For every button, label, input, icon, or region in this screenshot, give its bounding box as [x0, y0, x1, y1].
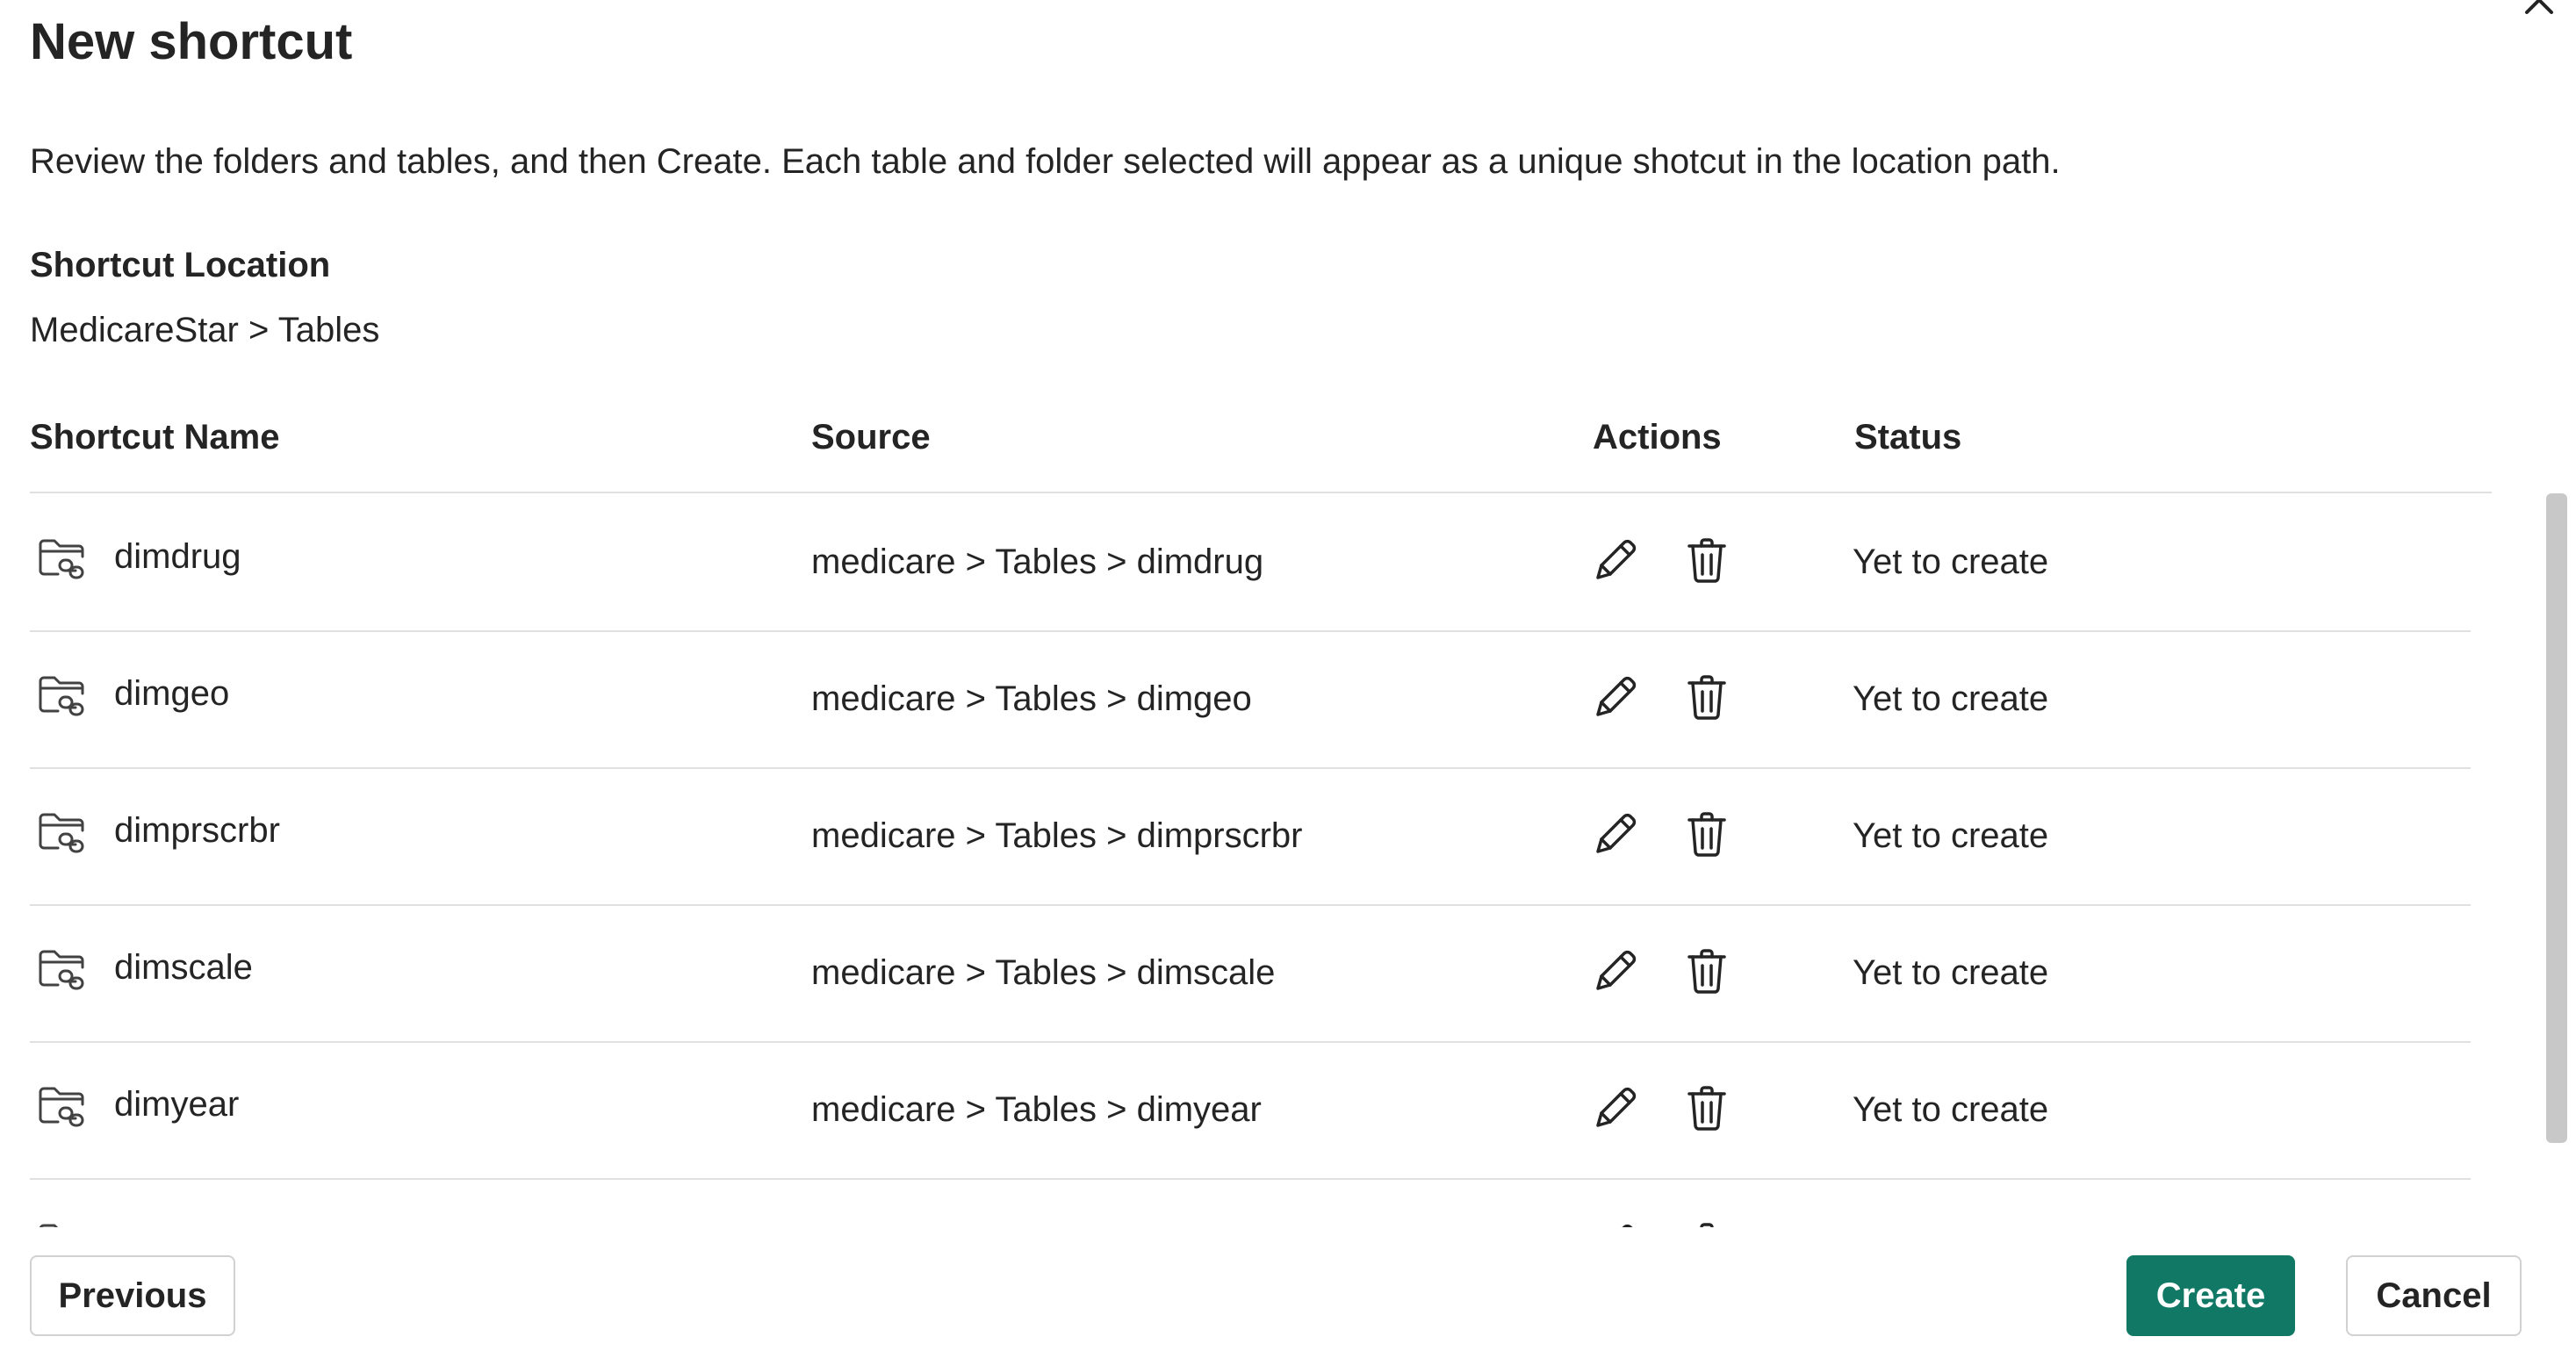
delete-button[interactable]	[1680, 671, 1733, 723]
shortcut-name: dimscale	[114, 948, 253, 987]
trash-icon	[1680, 945, 1733, 997]
table-row[interactable]: dimgeo medicare > Tables > dimgeo Yet to c…	[30, 630, 2471, 769]
column-header-source: Source	[811, 418, 931, 456]
shortcut-name: dimyear	[114, 1085, 240, 1124]
column-header-status: Status	[1854, 418, 1962, 456]
shortcut-status: Yet to create	[1853, 816, 2049, 855]
pencil-icon	[1589, 1218, 1642, 1227]
pencil-icon	[1589, 808, 1642, 860]
trash-icon	[1680, 534, 1733, 586]
table-row[interactable]: dimdrug medicare > Tables > dimdrug Yet to…	[30, 493, 2471, 632]
close-button[interactable]	[2513, 0, 2565, 32]
pencil-icon	[1589, 945, 1642, 997]
shortcut-status: Yet to create	[1853, 953, 2049, 992]
vertical-scrollbar[interactable]	[2546, 493, 2567, 1143]
edit-button[interactable]	[1589, 1082, 1642, 1134]
previous-button[interactable]: Previous	[30, 1255, 235, 1336]
delete-button[interactable]	[1680, 945, 1733, 997]
pencil-icon	[1589, 671, 1642, 723]
shortcut-source: medicare > Tables > dimdrug	[811, 543, 1264, 581]
shortcut-status: Yet to create	[1853, 679, 2049, 718]
pencil-icon	[1589, 534, 1642, 586]
pencil-icon	[1589, 1082, 1642, 1134]
close-icon	[2525, 0, 2553, 14]
table-row[interactable]: dimyear medicare > Tables > dimyear Yet to…	[30, 1041, 2471, 1180]
edit-button[interactable]	[1589, 945, 1642, 997]
shortcut-source: medicare > Tables > dimprscrbr	[811, 816, 1303, 855]
table-row[interactable]: dimscale medicare > Tables > dimscale Yet …	[30, 904, 2471, 1043]
column-header-shortcut-name: Shortcut Name	[30, 418, 280, 456]
trash-icon	[1680, 671, 1733, 723]
table-row[interactable]: dimprscrbr medicare > Tables > dimprscrbr…	[30, 767, 2471, 906]
column-header-actions: Actions	[1593, 418, 1722, 456]
folder-link-icon	[35, 1080, 88, 1132]
shortcut-location-label: Shortcut Location	[30, 246, 331, 284]
edit-button[interactable]	[1589, 1218, 1642, 1227]
delete-button[interactable]	[1680, 808, 1733, 860]
dialog-title: New shortcut	[30, 13, 353, 70]
folder-link-icon	[35, 669, 88, 722]
shortcut-name: dimgeo	[114, 674, 230, 713]
edit-button[interactable]	[1589, 671, 1642, 723]
shortcut-name: dimprscrbr	[114, 811, 280, 850]
dialog-description: Review the folders and tables, and then …	[30, 142, 2061, 181]
new-shortcut-dialog: New shortcut Review the folders and tabl…	[0, 0, 2576, 1351]
edit-button[interactable]	[1589, 808, 1642, 860]
trash-icon	[1680, 1218, 1733, 1227]
delete-button[interactable]	[1680, 1082, 1733, 1134]
shortcut-name: dimdrug	[114, 537, 241, 576]
edit-button[interactable]	[1589, 534, 1642, 586]
shortcut-source: medicare > Tables > dimyear	[811, 1090, 1262, 1129]
shortcut-source: medicare > Tables > dimgeo	[811, 679, 1252, 718]
folder-link-icon	[35, 532, 88, 585]
delete-button[interactable]	[1680, 1218, 1733, 1227]
trash-icon	[1680, 808, 1733, 860]
shortcut-table-body: dimdrug medicare > Tables > dimdrug Yet to…	[30, 493, 2471, 1227]
folder-link-icon	[35, 1217, 88, 1227]
shortcut-source: medicare > Tables > dimscale	[811, 953, 1276, 992]
table-header: Shortcut Name Source Actions Status	[30, 411, 2492, 493]
folder-link-icon	[35, 806, 88, 859]
trash-icon	[1680, 1082, 1733, 1134]
shortcut-location-path: MedicareStar > Tables	[30, 311, 380, 349]
delete-button[interactable]	[1680, 534, 1733, 586]
cancel-button[interactable]: Cancel	[2346, 1255, 2522, 1336]
create-button[interactable]: Create	[2126, 1255, 2295, 1336]
shortcut-status: Yet to create	[1853, 1090, 2049, 1129]
shortcut-status: Yet to create	[1853, 543, 2049, 581]
table-row[interactable]	[30, 1178, 2471, 1227]
folder-link-icon	[35, 943, 88, 995]
